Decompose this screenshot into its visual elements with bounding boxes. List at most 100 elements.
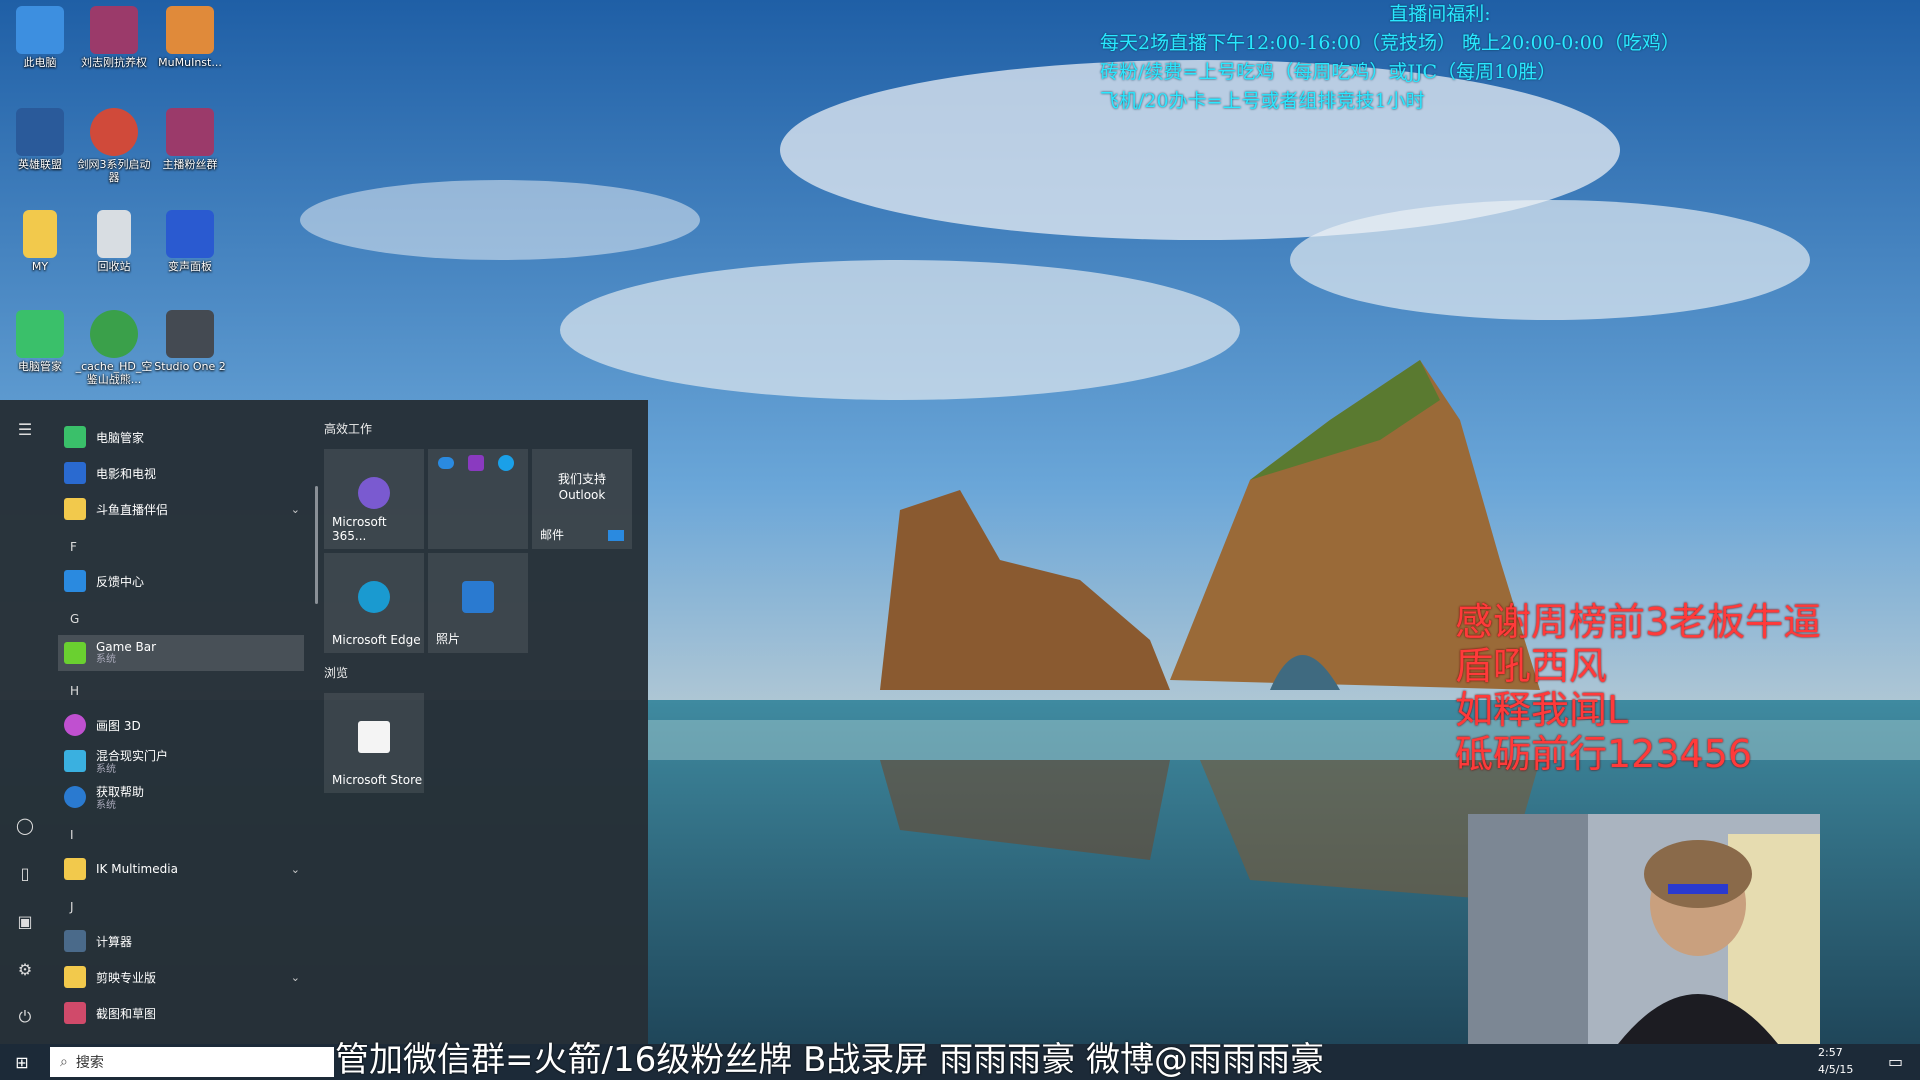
app-label: 电脑管家 — [96, 430, 145, 445]
help-icon — [64, 786, 86, 808]
list-item-mixed-reality[interactable]: 混合现实门户 系统 — [58, 743, 304, 779]
app-label: 斗鱼直播伴侣 — [96, 502, 169, 517]
windows-logo-icon: ⊞ — [15, 1052, 29, 1072]
app-label: 电影和电视 — [96, 466, 157, 481]
onedrive-icon — [438, 457, 454, 469]
tile-group-title-productivity: 高效工作 — [324, 422, 373, 436]
list-item-pc-manager[interactable]: 电脑管家 — [58, 419, 304, 455]
letter-header-g[interactable]: G — [70, 612, 79, 626]
tile-microsoft-365[interactable]: Microsoft 365... — [324, 449, 424, 549]
taskbar-search[interactable]: ⌕ 搜索 — [50, 1047, 334, 1077]
tile-microsoft-edge[interactable]: Microsoft Edge — [324, 553, 424, 653]
winrar-icon — [166, 108, 214, 156]
app-label: IK Multimedia — [96, 862, 178, 876]
letter-header-f[interactable]: F — [70, 540, 77, 554]
clock-time: 2:57 — [1818, 1046, 1843, 1059]
letter-header-j[interactable]: J — [70, 900, 74, 914]
mail-icon — [608, 530, 624, 541]
folder-icon — [64, 966, 86, 988]
game-launcher-icon — [90, 108, 138, 156]
letter-header-h[interactable]: H — [70, 684, 79, 698]
stream-welfare-info: 直播间福利: 每天2场直播下午12:00-16:00（竞技场） 晚上20:00-… — [1100, 0, 1900, 116]
user-account-icon[interactable]: ◯ — [10, 810, 40, 840]
pc-manager-icon — [64, 426, 86, 448]
package-icon — [166, 6, 214, 54]
feedback-icon — [64, 570, 86, 592]
folder-icon — [64, 498, 86, 520]
tile-label: Microsoft 365... — [332, 515, 387, 543]
weekly-thanks: 感谢周榜前3老板牛逼 盾吼西风 如释我闻L 砥砺前行123456 — [1455, 600, 1915, 776]
desktop-icon-label: 变声面板 — [168, 260, 212, 273]
desktop-icon-label: 刘志刚抗养权 — [81, 56, 147, 69]
snip-icon — [64, 1002, 86, 1024]
list-item-douyu-folder[interactable]: 斗鱼直播伴侣 ⌄ — [58, 491, 304, 527]
hamburger-menu-icon[interactable]: ☰ — [10, 414, 40, 444]
pictures-icon[interactable]: ▣ — [10, 906, 40, 936]
list-item-calculator[interactable]: 计算器 — [58, 923, 304, 959]
microsoft-365-icon — [358, 477, 390, 509]
notification-icon[interactable]: ▭ — [1888, 1052, 1903, 1071]
stream-ticker-text: 管加微信群=火箭/16级粉丝牌 B战录屏 雨雨雨豪 微博@雨雨雨豪 — [335, 1040, 1324, 1080]
start-menu: ☰ ◯ ▯ ▣ ⚙ ⏻ 电脑管家 电影和电视 斗鱼直播伴侣 ⌄ F 反馈中心 G — [0, 400, 648, 1044]
desktop-icon-my-folder[interactable]: MY — [0, 204, 80, 300]
tile-microsoft-store[interactable]: Microsoft Store — [324, 693, 424, 793]
desktop-icon-jx3[interactable]: 剑网3系列启动器 — [74, 102, 154, 198]
desktop-icon-lol[interactable]: 英雄联盟 — [0, 102, 80, 198]
clock-date: 4/5/15 — [1818, 1063, 1854, 1076]
list-item-feedback-hub[interactable]: 反馈中心 — [58, 563, 304, 599]
onenote-icon — [468, 455, 484, 471]
list-item-get-help[interactable]: 获取帮助 系统 — [58, 779, 304, 815]
welfare-schedule: 每天2场直播下午12:00-16:00（竞技场） 晚上20:00-0:00（吃鸡… — [1100, 32, 1680, 54]
desktop-icon-label: 电脑管家 — [18, 360, 62, 373]
desktop-icon-label: _cache_HD_空鉴山战熊... — [75, 360, 153, 386]
tile-office-folder[interactable] — [428, 449, 528, 549]
shortcut-icon — [90, 310, 138, 358]
desktop-icon-recycle-bin[interactable]: 回收站 — [74, 204, 154, 300]
photos-icon — [462, 581, 494, 613]
desktop-icon-winrar-2[interactable]: 主播粉丝群 — [150, 102, 230, 198]
chevron-down-icon: ⌄ — [290, 502, 300, 516]
edge-icon — [358, 581, 390, 613]
power-icon[interactable]: ⏻ — [10, 1002, 40, 1032]
folder-icon — [64, 858, 86, 880]
tile-mail[interactable]: 我们支持 Outlook 邮件 — [532, 449, 632, 549]
desktop-icon-label: 回收站 — [97, 260, 131, 273]
tile-label: Microsoft Edge — [332, 633, 421, 647]
desktop-icon-winrar-1[interactable]: 刘志刚抗养权 — [74, 0, 154, 96]
taskbar-clock[interactable]: 2:57 4/5/15 — [1818, 1044, 1882, 1078]
desktop-icon-label: Studio One 2 — [154, 360, 226, 373]
desktop-icon-studio-one[interactable]: Studio One 2 — [150, 304, 230, 400]
desktop-icon-this-pc[interactable]: 此电脑 — [0, 0, 80, 96]
list-item-movies-tv[interactable]: 电影和电视 — [58, 455, 304, 491]
tile-photos[interactable]: 照片 — [428, 553, 528, 653]
start-button[interactable]: ⊞ — [4, 1048, 40, 1076]
desktop-icon-label: 英雄联盟 — [18, 158, 62, 171]
pinned-tiles: 高效工作 Microsoft 365... 我们支持 Outlook 邮件 Mi… — [322, 400, 648, 1044]
list-item-game-bar[interactable]: Game Bar 系统 — [58, 635, 304, 671]
desktop-icon-label: MuMuInst... — [158, 56, 222, 69]
list-item-ik-multimedia[interactable]: IK Multimedia ⌄ — [58, 851, 304, 887]
game-bar-icon — [64, 642, 86, 664]
webcam-feed — [1468, 814, 1820, 1044]
letter-header-i[interactable]: I — [70, 828, 74, 842]
desktop-icon-voice-changer[interactable]: 变声面板 — [150, 204, 230, 300]
desktop-icon-mumu[interactable]: MuMuInst... — [150, 0, 230, 96]
list-item-paint-3d[interactable]: 画图 3D — [58, 707, 304, 743]
calculator-icon — [64, 930, 86, 952]
settings-gear-icon[interactable]: ⚙ — [10, 954, 40, 984]
list-item-jianying-folder[interactable]: 剪映专业版 ⌄ — [58, 959, 304, 995]
desktop-icon-pc-manager[interactable]: 电脑管家 — [0, 304, 80, 400]
streamer-image — [1468, 814, 1820, 1044]
pc-manager-icon — [16, 310, 64, 358]
thanks-name-3: 砥砺前行123456 — [1455, 732, 1753, 776]
list-item-snip-sketch[interactable]: 截图和草图 — [58, 995, 304, 1031]
app-label: Game Bar — [96, 640, 157, 654]
chevron-down-icon: ⌄ — [290, 862, 300, 876]
film-icon — [64, 462, 86, 484]
tile-group-title-browse: 浏览 — [324, 666, 349, 680]
all-apps-list: 电脑管家 电影和电视 斗鱼直播伴侣 ⌄ F 反馈中心 G Game Bar 系统… — [58, 400, 308, 1044]
desktop-icon-cache-hd[interactable]: _cache_HD_空鉴山战熊... — [74, 304, 154, 400]
documents-icon[interactable]: ▯ — [10, 858, 40, 888]
app-list-scrollbar[interactable] — [315, 486, 318, 604]
app-sublabel: 系统 — [96, 654, 116, 665]
